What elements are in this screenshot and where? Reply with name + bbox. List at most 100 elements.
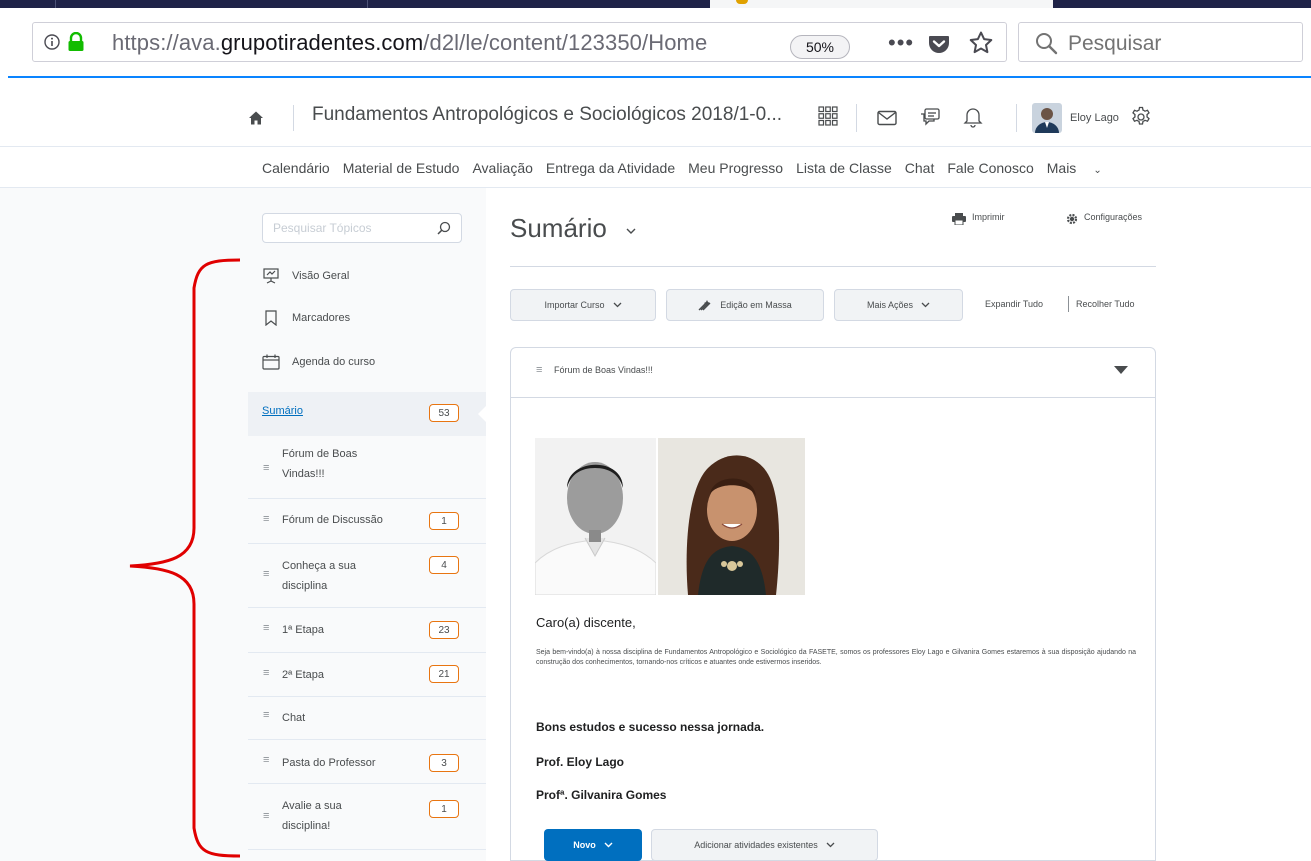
pocket-icon[interactable] xyxy=(927,32,951,56)
drag-handle-icon: ≡ xyxy=(263,667,270,679)
module-header-divider xyxy=(511,397,1155,398)
nav-link-material-de-estudo[interactable]: Material de Estudo xyxy=(343,160,460,176)
toc-item-conheca-disciplina[interactable]: ≡ Conheça a sua disciplina xyxy=(248,544,486,608)
chevron-down-icon: ⌄ xyxy=(1093,165,1102,176)
chevron-down-icon xyxy=(604,842,613,848)
sidebar-item-label: Visão Geral xyxy=(292,270,350,282)
bulk-edit-button[interactable]: Edição em Massa xyxy=(666,289,824,321)
signature-text: Prof. Eloy Lago xyxy=(536,755,625,769)
settings-button[interactable]: Configurações xyxy=(1084,212,1142,222)
import-course-button[interactable]: Importar Curso xyxy=(510,289,656,321)
toc-item-forum-boas-vindas[interactable]: ≡ Fórum de Boas Vindas!!! xyxy=(248,436,486,499)
toc-item-label: Pasta do Professor xyxy=(282,757,376,769)
page-actions-button[interactable]: ••• xyxy=(888,30,918,60)
expand-all-link[interactable]: Expandir Tudo xyxy=(985,299,1043,309)
star-icon[interactable] xyxy=(968,30,994,56)
toc-item-label: Chat xyxy=(282,712,306,724)
nav-link-calendario[interactable]: Calendário xyxy=(262,160,330,176)
title-divider xyxy=(510,266,1156,267)
topic-search-input[interactable] xyxy=(273,221,433,235)
bulk-edit-icon xyxy=(698,300,711,311)
chevron-down-icon xyxy=(826,842,835,848)
toc-item-chat[interactable]: ≡ Chat xyxy=(248,697,486,740)
toc-item-label: Fórum de Boas Vindas!!! xyxy=(282,448,358,480)
printer-icon[interactable] xyxy=(952,213,966,225)
drag-handle-icon: ≡ xyxy=(263,810,270,822)
header-divider xyxy=(0,146,1311,147)
toc-count-badge: 4 xyxy=(429,556,459,574)
chevron-down-icon xyxy=(921,302,930,308)
home-icon[interactable] xyxy=(248,110,264,126)
print-button[interactable]: Imprimir xyxy=(972,212,1005,222)
search-icon[interactable] xyxy=(437,221,451,235)
drag-handle-icon: ≡ xyxy=(263,754,270,766)
header-separator xyxy=(1016,104,1017,132)
nav-link-lista-de-classe[interactable]: Lista de Classe xyxy=(796,160,892,176)
settings-gear-icon[interactable] xyxy=(1066,213,1078,225)
nav-link-entrega-da-atividade[interactable]: Entrega da Atividade xyxy=(546,160,675,176)
toc-item-label: Conheça a sua disciplina xyxy=(282,560,356,592)
module-title[interactable]: Fórum de Boas Vindas!!! xyxy=(554,365,653,375)
toc-count-badge: 1 xyxy=(429,512,459,530)
chat-icon[interactable] xyxy=(920,108,940,128)
more-actions-button[interactable]: Mais Ações xyxy=(834,289,963,321)
apps-grid-icon[interactable] xyxy=(818,106,838,126)
active-indicator-arrow xyxy=(478,404,488,424)
chevron-down-icon[interactable] xyxy=(625,226,637,236)
mail-icon[interactable] xyxy=(877,110,897,126)
signature-text: Profª. Gilvanira Gomes xyxy=(536,788,667,802)
browser-tab-active[interactable] xyxy=(710,0,1053,8)
search-icon xyxy=(1034,31,1058,55)
header-separator xyxy=(856,104,857,132)
header-separator xyxy=(293,105,294,131)
page-title[interactable]: Sumário xyxy=(510,213,607,244)
sidebar-item-agenda-do-curso[interactable]: Agenda do curso xyxy=(262,354,375,370)
nav-link-mais[interactable]: Mais ⌄ xyxy=(1047,160,1115,176)
sidebar-item-label: Marcadores xyxy=(292,312,351,324)
button-label: Adicionar atividades existentes xyxy=(694,840,818,850)
module-card xyxy=(510,347,1156,861)
nav-link-meu-progresso[interactable]: Meu Progresso xyxy=(688,160,783,176)
url-host: grupotiradentes.com xyxy=(220,30,424,55)
toc-root-link[interactable]: Sumário xyxy=(262,405,303,417)
url-text[interactable]: https://ava.grupotiradentes.com/d2l/le/c… xyxy=(112,30,707,56)
gear-icon[interactable] xyxy=(1130,106,1152,128)
button-label: Novo xyxy=(573,840,596,850)
link-separator xyxy=(1068,296,1069,312)
collapse-caret-icon[interactable] xyxy=(1114,366,1128,374)
nav-link-mais-label: Mais xyxy=(1046,160,1077,176)
toc-item-label: Avalie a sua disciplina! xyxy=(282,800,342,832)
nav-link-fale-conosco[interactable]: Fale Conosco xyxy=(947,160,1033,176)
toc-item-label: 2ª Etapa xyxy=(282,669,324,681)
user-name[interactable]: Eloy Lago xyxy=(1070,112,1119,124)
drag-handle-icon[interactable]: ≡ xyxy=(536,364,542,376)
overview-icon xyxy=(262,268,280,284)
browser-tab-strip xyxy=(0,0,1311,8)
toc-count-badge: 21 xyxy=(429,665,459,683)
course-title-link[interactable]: Fundamentos Antropológicos e Sociológico… xyxy=(312,104,782,126)
avatar[interactable] xyxy=(1032,103,1062,133)
bell-icon[interactable] xyxy=(963,106,983,128)
sidebar-item-visao-geral[interactable]: Visão Geral xyxy=(262,268,349,284)
add-existing-activities-button[interactable]: Adicionar atividades existentes xyxy=(651,829,878,861)
professor-photo xyxy=(658,438,805,595)
toc-count-badge: 3 xyxy=(429,754,459,772)
bookmark-icon xyxy=(262,310,280,326)
nav-link-chat[interactable]: Chat xyxy=(905,160,935,176)
lock-icon[interactable] xyxy=(67,32,85,52)
drag-handle-icon: ≡ xyxy=(263,622,270,634)
topic-search-box xyxy=(262,213,462,243)
button-label: Importar Curso xyxy=(544,300,605,310)
course-nav-bar: Calendário Material de Estudo Avaliação … xyxy=(262,160,1128,176)
sidebar-item-marcadores[interactable]: Marcadores xyxy=(262,310,350,326)
zoom-level-button[interactable]: 50% xyxy=(790,35,850,59)
professor-photo xyxy=(535,438,656,595)
info-icon[interactable] xyxy=(44,34,60,50)
nav-link-avaliacao[interactable]: Avaliação xyxy=(472,160,532,176)
drag-handle-icon: ≡ xyxy=(263,568,270,580)
closing-text: Bons estudos e sucesso nessa jornada. xyxy=(536,720,765,734)
collapse-all-link[interactable]: Recolher Tudo xyxy=(1076,299,1135,309)
new-item-button[interactable]: Novo xyxy=(544,829,642,861)
button-label: Mais Ações xyxy=(866,300,914,310)
browser-search-placeholder: Pesquisar xyxy=(1068,32,1162,55)
